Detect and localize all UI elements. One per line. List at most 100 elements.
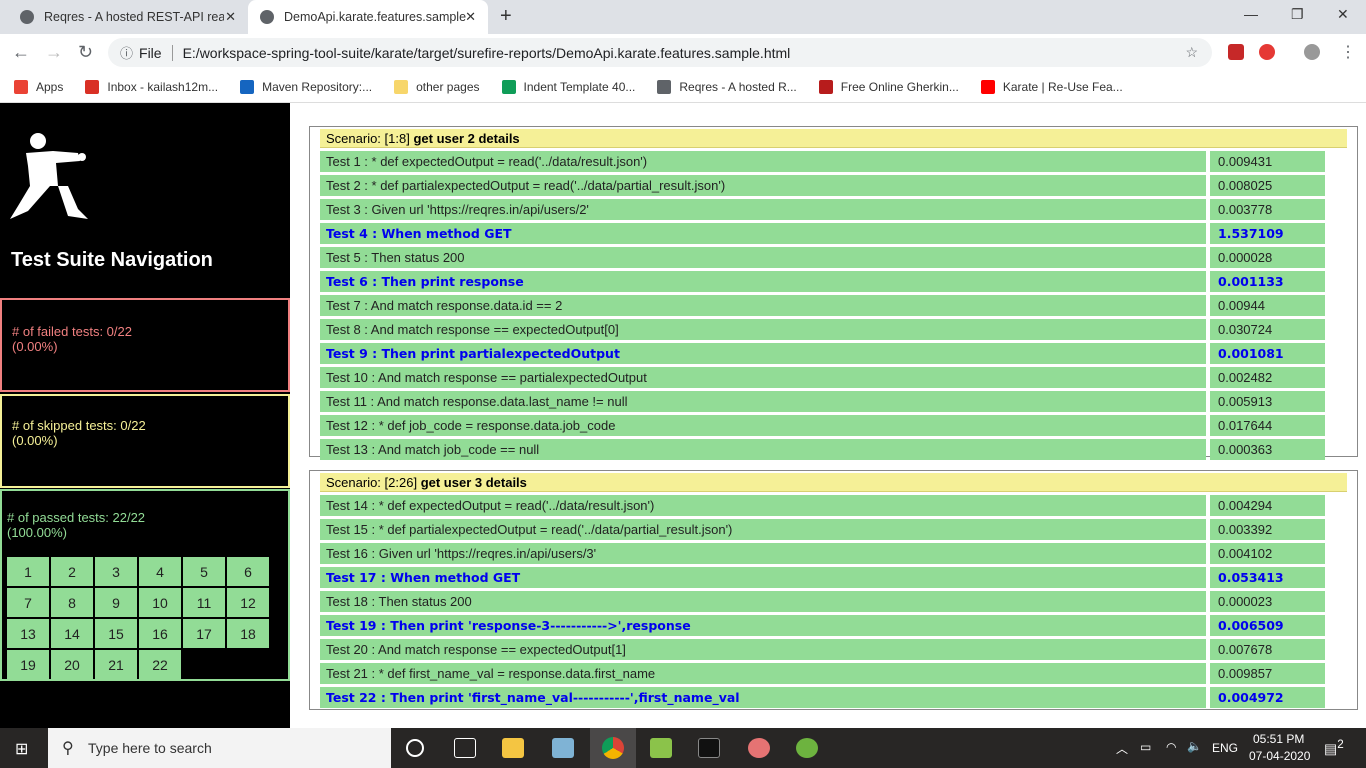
test-link-12[interactable]: 12 — [227, 588, 269, 617]
test-row[interactable]: Test 10 : And match response == partiale… — [320, 367, 1357, 388]
test-description[interactable]: Test 20 : And match response == expected… — [320, 639, 1206, 660]
test-description[interactable]: Test 1 : * def expectedOutput = read('..… — [320, 151, 1206, 172]
test-row[interactable]: Test 2 : * def partialexpectedOutput = r… — [320, 175, 1357, 196]
test-link-22[interactable]: 22 — [139, 650, 181, 679]
test-link-2[interactable]: 2 — [51, 557, 93, 586]
test-row[interactable]: Test 8 : And match response == expectedO… — [320, 319, 1357, 340]
notifications-icon[interactable]: ▤2 — [1324, 738, 1344, 758]
test-row[interactable]: Test 5 : Then status 200 0.000028 — [320, 247, 1357, 268]
test-link-21[interactable]: 21 — [95, 650, 137, 679]
test-row[interactable]: Test 18 : Then status 200 0.000023 — [320, 591, 1357, 612]
close-window-button[interactable]: ✕ — [1337, 6, 1349, 23]
url-text[interactable]: E:/workspace-spring-tool-suite/karate/ta… — [183, 45, 791, 61]
test-description[interactable]: Test 16 : Given url 'https://reqres.in/a… — [320, 543, 1206, 564]
test-row[interactable]: Test 19 : Then print 'response-3--------… — [320, 615, 1357, 636]
test-link-16[interactable]: 16 — [139, 619, 181, 648]
tab-demoapi[interactable]: DemoApi.karate.features.sample ✕ — [248, 0, 488, 34]
test-description[interactable]: Test 15 : * def partialexpectedOutput = … — [320, 519, 1206, 540]
test-link-9[interactable]: 9 — [95, 588, 137, 617]
bookmark-item[interactable]: Indent Template 40... — [501, 79, 635, 94]
test-row[interactable]: Test 4 : When method GET 1.537109 — [320, 223, 1357, 244]
test-description[interactable]: Test 13 : And match job_code == null — [320, 439, 1206, 460]
test-row[interactable]: Test 14 : * def expectedOutput = read('.… — [320, 495, 1357, 516]
test-link-10[interactable]: 10 — [139, 588, 181, 617]
test-description[interactable]: Test 6 : Then print response — [320, 271, 1206, 292]
test-description[interactable]: Test 10 : And match response == partiale… — [320, 367, 1206, 388]
bookmark-star-icon[interactable]: ☆ — [1185, 44, 1198, 61]
test-row[interactable]: Test 15 : * def partialexpectedOutput = … — [320, 519, 1357, 540]
spring-tool-suite-icon[interactable] — [796, 738, 818, 758]
test-link-15[interactable]: 15 — [95, 619, 137, 648]
bookmark-item[interactable]: Apps — [14, 79, 63, 94]
test-description[interactable]: Test 8 : And match response == expectedO… — [320, 319, 1206, 340]
clock-time[interactable]: 05:51 PM — [1253, 732, 1304, 746]
test-row[interactable]: Test 6 : Then print response 0.001133 — [320, 271, 1357, 292]
battery-icon[interactable]: ▭ — [1140, 740, 1151, 754]
language-indicator[interactable]: ENG — [1212, 741, 1238, 755]
bookmark-item[interactable]: Inbox - kailash12m... — [85, 79, 218, 94]
profile-avatar[interactable] — [1304, 44, 1320, 60]
close-tab-icon[interactable]: ✕ — [465, 9, 476, 25]
test-row[interactable]: Test 20 : And match response == expected… — [320, 639, 1357, 660]
show-hidden-icons[interactable]: ︿ — [1116, 740, 1128, 757]
windows-start-icon[interactable]: ⊞ — [15, 739, 28, 759]
test-description[interactable]: Test 12 : * def job_code = response.data… — [320, 415, 1206, 436]
test-row[interactable]: Test 7 : And match response.data.id == 2… — [320, 295, 1357, 316]
test-description[interactable]: Test 22 : Then print 'first_name_val----… — [320, 687, 1206, 708]
test-row[interactable]: Test 3 : Given url 'https://reqres.in/ap… — [320, 199, 1357, 220]
test-row[interactable]: Test 1 : * def expectedOutput = read('..… — [320, 151, 1357, 172]
terminal-icon[interactable] — [698, 738, 720, 758]
test-row[interactable]: Test 12 : * def job_code = response.data… — [320, 415, 1357, 436]
taskbar-search[interactable]: ⚲ Type here to search — [48, 728, 391, 768]
test-link-17[interactable]: 17 — [183, 619, 225, 648]
test-description[interactable]: Test 18 : Then status 200 — [320, 591, 1206, 612]
menu-icon[interactable]: ⋮ — [1340, 42, 1356, 62]
test-link-19[interactable]: 19 — [7, 650, 49, 679]
reload-icon[interactable]: ↻ — [78, 42, 93, 63]
cortana-icon[interactable] — [406, 739, 424, 757]
task-view-icon[interactable] — [454, 738, 476, 758]
test-link-20[interactable]: 20 — [51, 650, 93, 679]
test-row[interactable]: Test 17 : When method GET 0.053413 — [320, 567, 1357, 588]
bookmark-item[interactable]: other pages — [394, 79, 480, 94]
minimize-button[interactable]: — — [1244, 6, 1258, 22]
test-description[interactable]: Test 14 : * def expectedOutput = read('.… — [320, 495, 1206, 516]
test-link-4[interactable]: 4 — [139, 557, 181, 586]
test-description[interactable]: Test 19 : Then print 'response-3--------… — [320, 615, 1206, 636]
forward-icon[interactable]: → — [45, 42, 63, 63]
test-row[interactable]: Test 11 : And match response.data.last_n… — [320, 391, 1357, 412]
test-link-3[interactable]: 3 — [95, 557, 137, 586]
bookmark-item[interactable]: Free Online Gherkin... — [818, 79, 959, 94]
bookmark-item[interactable]: Karate | Re-Use Fea... — [980, 79, 1123, 94]
test-description[interactable]: Test 2 : * def partialexpectedOutput = r… — [320, 175, 1206, 196]
test-row[interactable]: Test 16 : Given url 'https://reqres.in/a… — [320, 543, 1357, 564]
test-description[interactable]: Test 11 : And match response.data.last_n… — [320, 391, 1206, 412]
notepad-icon[interactable] — [552, 738, 574, 758]
test-link-14[interactable]: 14 — [51, 619, 93, 648]
back-icon[interactable]: ← — [12, 42, 30, 63]
test-description[interactable]: Test 4 : When method GET — [320, 223, 1206, 244]
clock-date[interactable]: 07-04-2020 — [1249, 749, 1310, 763]
file-explorer-icon[interactable] — [502, 738, 524, 758]
maximize-button[interactable]: ❐ — [1291, 6, 1304, 23]
paint-icon[interactable] — [748, 738, 770, 758]
test-link-7[interactable]: 7 — [7, 588, 49, 617]
adblock-icon[interactable] — [1259, 44, 1275, 60]
test-description[interactable]: Test 3 : Given url 'https://reqres.in/ap… — [320, 199, 1206, 220]
volume-icon[interactable]: 🔈 — [1187, 739, 1202, 753]
bookmark-item[interactable]: Maven Repository:... — [240, 79, 372, 94]
test-description[interactable]: Test 21 : * def first_name_val = respons… — [320, 663, 1206, 684]
test-description[interactable]: Test 9 : Then print partialexpectedOutpu… — [320, 343, 1206, 364]
test-description[interactable]: Test 7 : And match response.data.id == 2 — [320, 295, 1206, 316]
wifi-icon[interactable]: ◠ — [1166, 740, 1176, 754]
test-link-1[interactable]: 1 — [7, 557, 49, 586]
bookmark-item[interactable]: Reqres - A hosted R... — [657, 79, 797, 94]
new-tab-button[interactable]: + — [500, 5, 512, 28]
test-row[interactable]: Test 21 : * def first_name_val = respons… — [320, 663, 1357, 684]
test-link-13[interactable]: 13 — [7, 619, 49, 648]
close-tab-icon[interactable]: ✕ — [225, 9, 236, 25]
test-description[interactable]: Test 5 : Then status 200 — [320, 247, 1206, 268]
test-link-6[interactable]: 6 — [227, 557, 269, 586]
test-link-8[interactable]: 8 — [51, 588, 93, 617]
test-row[interactable]: Test 13 : And match job_code == null 0.00… — [320, 439, 1357, 460]
